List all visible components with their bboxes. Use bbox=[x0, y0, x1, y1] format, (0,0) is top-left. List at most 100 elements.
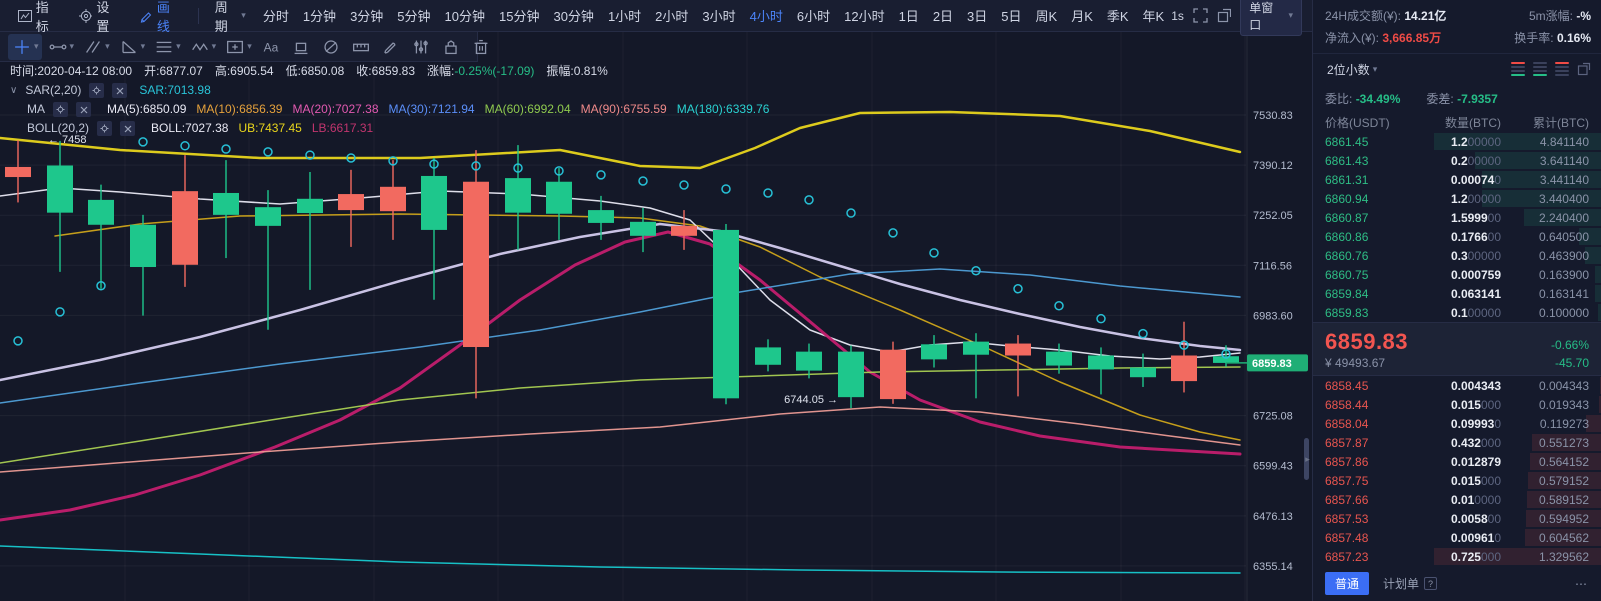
popup-window-icon[interactable] bbox=[1217, 8, 1232, 23]
ask-row[interactable]: 6860.86 0.176600 0.640500 bbox=[1313, 227, 1601, 246]
bid-row[interactable]: 6858.44 0.015000 0.019343 bbox=[1313, 395, 1601, 414]
ask-row[interactable]: 6861.45 1.200000 4.841140 bbox=[1313, 132, 1601, 151]
timeframe-1日[interactable]: 1日 bbox=[892, 6, 926, 25]
order-quantity: 1.200000 bbox=[1450, 134, 1501, 149]
bid-row[interactable]: 6858.45 0.004343 0.004343 bbox=[1313, 376, 1601, 395]
decimals-dropdown[interactable]: 2位小数 ▾ bbox=[1325, 61, 1383, 78]
ask-row[interactable]: 6861.31 0.000740 3.441140 bbox=[1313, 170, 1601, 189]
timeframe-6小时[interactable]: 6小时 bbox=[790, 6, 837, 25]
chart-toolbar: 指标 设置 画线 周期 ▾ 分时 1分钟 3分钟 5分钟 10分钟 15分钟 30分钟 1小时… bbox=[0, 0, 1312, 36]
timeframe-5分钟[interactable]: 5分钟 bbox=[390, 6, 437, 25]
timeframe-30分钟[interactable]: 30分钟 bbox=[546, 6, 600, 25]
fullscreen-icon[interactable] bbox=[1193, 8, 1208, 23]
timeframe-5日[interactable]: 5日 bbox=[994, 6, 1028, 25]
order-price: 6860.75 bbox=[1325, 267, 1369, 282]
timeframe-12小时[interactable]: 12小时 bbox=[837, 6, 891, 25]
sar-dot bbox=[263, 147, 273, 157]
fib-icon bbox=[156, 41, 172, 52]
boll-settings-icon[interactable] bbox=[97, 121, 113, 136]
timeframe-分时[interactable]: 分时 bbox=[256, 6, 296, 25]
freehand-tool[interactable] bbox=[377, 34, 405, 60]
draw-line-button[interactable]: 画线 bbox=[131, 0, 188, 35]
layout-asks-icon[interactable] bbox=[1555, 62, 1569, 76]
text-tool[interactable]: Aa bbox=[257, 34, 285, 60]
plan-order-button[interactable]: 计划单 ? bbox=[1383, 575, 1438, 592]
ohlc-segment: 时间:2020-04-12 08:00 bbox=[10, 64, 133, 78]
help-icon[interactable]: ? bbox=[1424, 577, 1438, 590]
order-cumulative: 0.119273 bbox=[1539, 416, 1589, 431]
wave-tool[interactable]: ▾ bbox=[186, 34, 220, 60]
timeframe-1小时[interactable]: 1小时 bbox=[601, 6, 648, 25]
boll-indicator-row: BOLL(20,2) BOLL:7027.38 UB:7437.45 LB:6617… bbox=[10, 119, 769, 138]
timeframe-10分钟[interactable]: 10分钟 bbox=[438, 6, 492, 25]
ask-row[interactable]: 6860.94 1.200000 3.440400 bbox=[1313, 189, 1601, 208]
timeframe-15分钟[interactable]: 15分钟 bbox=[492, 6, 546, 25]
timeframe-3日[interactable]: 3日 bbox=[960, 6, 994, 25]
indicator-button[interactable]: 指标 bbox=[10, 0, 67, 35]
ask-row[interactable]: 6859.84 0.063141 0.163141 bbox=[1313, 284, 1601, 303]
bid-row[interactable]: 6857.48 0.009610 0.604562 bbox=[1313, 528, 1601, 547]
volume-profile-tool[interactable] bbox=[407, 34, 435, 60]
triangle-tool[interactable]: ▾ bbox=[115, 34, 149, 60]
ma-settings-icon[interactable] bbox=[53, 102, 68, 117]
timeframe-2小时[interactable]: 2小时 bbox=[648, 6, 695, 25]
order-quantity: 0.015000 bbox=[1450, 397, 1501, 412]
refresh-interval[interactable]: 1s bbox=[1171, 9, 1184, 23]
timeframe-4小时[interactable]: 4小时 bbox=[743, 6, 790, 25]
toolbar-right: 1s 单窗口 ▾ bbox=[1171, 0, 1312, 36]
normal-order-button[interactable]: 普通 bbox=[1325, 572, 1370, 595]
sar-close-icon[interactable] bbox=[112, 83, 128, 98]
layout-bids-icon[interactable] bbox=[1533, 62, 1547, 76]
sar-settings-icon[interactable] bbox=[89, 83, 105, 98]
last-price-block[interactable]: 6859.83 -0.66% ¥ 49493.67 -45.70 bbox=[1313, 322, 1601, 376]
timeframe-1分钟[interactable]: 1分钟 bbox=[296, 6, 343, 25]
bid-row[interactable]: 6857.75 0.015000 0.579152 bbox=[1313, 471, 1601, 490]
ask-row[interactable]: 6860.75 0.000759 0.163900 bbox=[1313, 265, 1601, 284]
depth-bar bbox=[1597, 304, 1601, 321]
ask-row[interactable]: 6860.76 0.300000 0.463900 bbox=[1313, 246, 1601, 265]
ask-row[interactable]: 6861.43 0.200000 3.641140 bbox=[1313, 151, 1601, 170]
bid-row[interactable]: 6857.53 0.005800 0.594952 bbox=[1313, 509, 1601, 528]
timeframe-年K[interactable]: 年K bbox=[1136, 6, 1172, 25]
measure-tool[interactable] bbox=[347, 34, 375, 60]
timeframe-周K[interactable]: 周K bbox=[1029, 6, 1065, 25]
timeframe-3小时[interactable]: 3小时 bbox=[695, 6, 742, 25]
indicator-info-overlay: 时间:2020-04-12 08:00 开:6877.07 高:6905.54 低:6… bbox=[10, 62, 769, 138]
order-cumulative: 0.564152 bbox=[1538, 454, 1589, 469]
boll-close-icon[interactable] bbox=[120, 121, 136, 136]
crosshair-tool[interactable]: ▾ bbox=[8, 33, 42, 60]
layout-both-icon[interactable] bbox=[1511, 62, 1525, 76]
segment-tool[interactable]: ▾ bbox=[44, 34, 78, 60]
y-axis-label: 6599.43 bbox=[1253, 461, 1293, 473]
bid-row[interactable]: 6857.86 0.012879 0.564152 bbox=[1313, 452, 1601, 471]
order-price: 6858.45 bbox=[1325, 378, 1369, 393]
popout-book-icon[interactable] bbox=[1577, 62, 1591, 76]
ask-row[interactable]: 6860.87 1.599900 2.240400 bbox=[1313, 208, 1601, 227]
fibonacci-tool[interactable]: ▾ bbox=[150, 34, 184, 60]
settings-button[interactable]: 设置 bbox=[71, 0, 128, 35]
timeframe-月K[interactable]: 月K bbox=[1064, 6, 1100, 25]
ask-row[interactable]: 6859.83 0.100000 0.100000 bbox=[1313, 303, 1601, 322]
bid-row[interactable]: 6858.04 0.099930 0.119273 bbox=[1313, 414, 1601, 433]
timeframe-季K[interactable]: 季K bbox=[1100, 6, 1136, 25]
order-price: 6857.75 bbox=[1325, 473, 1369, 488]
lock-tool[interactable] bbox=[437, 34, 465, 60]
eraser-tool[interactable] bbox=[287, 34, 315, 60]
hide-drawings-tool[interactable] bbox=[317, 34, 345, 60]
collapse-chevron-icon[interactable]: ∨ bbox=[10, 81, 17, 100]
ma-close-icon[interactable] bbox=[76, 102, 91, 117]
more-options-icon[interactable]: ⋯ bbox=[1575, 577, 1589, 591]
window-mode-button[interactable]: 单窗口 ▾ bbox=[1240, 0, 1302, 36]
period-dropdown[interactable]: 周期 ▾ bbox=[209, 0, 252, 35]
timeframe-2日[interactable]: 2日 bbox=[926, 6, 960, 25]
delete-drawings-tool[interactable] bbox=[467, 34, 495, 60]
bid-row[interactable]: 6857.23 0.725000 1.329562 bbox=[1313, 547, 1601, 566]
parallel-line-tool[interactable]: ▾ bbox=[79, 34, 113, 60]
bid-row[interactable]: 6857.87 0.432000 0.551273 bbox=[1313, 433, 1601, 452]
timeframe-3分钟[interactable]: 3分钟 bbox=[343, 6, 390, 25]
panel-collapse-handle[interactable]: ▸ bbox=[1303, 447, 1312, 471]
bid-row[interactable]: 6857.66 0.010000 0.589152 bbox=[1313, 490, 1601, 509]
order-cumulative: 3.441140 bbox=[1539, 172, 1589, 187]
rectangle-tool[interactable]: ▾ bbox=[221, 34, 255, 60]
order-cumulative: 0.100000 bbox=[1538, 305, 1589, 320]
